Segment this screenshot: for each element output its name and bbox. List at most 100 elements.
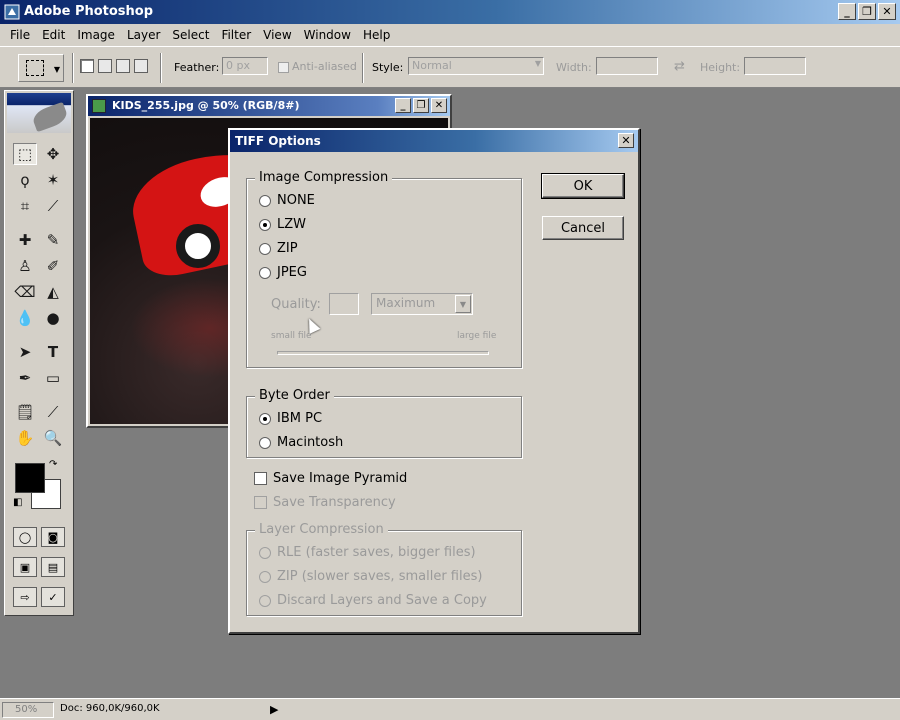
intersect-selection-button[interactable] — [134, 59, 148, 73]
standard-mode-icon[interactable]: ◯ — [13, 527, 37, 547]
swap-dimensions-icon[interactable]: ⇄ — [674, 59, 685, 74]
style-value: Normal — [412, 59, 452, 72]
close-button[interactable]: ✕ — [878, 3, 896, 20]
layer-discard-radio[interactable]: Discard Layers and Save a Copy — [259, 593, 487, 608]
blur-tool-icon[interactable]: 💧 — [13, 307, 37, 329]
adobe-feather-icon — [30, 101, 70, 133]
style-select[interactable]: Normal ▼ — [408, 57, 544, 75]
byte-order-legend: Byte Order — [255, 388, 334, 403]
ok-button[interactable]: OK — [541, 173, 625, 199]
add-to-selection-button[interactable] — [98, 59, 112, 73]
default-colors-icon[interactable]: ◧ — [13, 497, 22, 508]
eyedropper-icon[interactable]: ⟋ — [41, 401, 65, 423]
width-input[interactable] — [596, 57, 658, 75]
lasso-tool-icon[interactable]: ϙ — [13, 169, 37, 191]
compression-lzw-radio[interactable]: LZW — [259, 217, 306, 232]
zoom-level-field[interactable]: 50% — [2, 702, 54, 718]
toolbox-header[interactable] — [7, 93, 71, 133]
status-menu-arrow-icon[interactable]: ▶ — [270, 703, 278, 716]
menu-select[interactable]: Select — [166, 28, 215, 42]
doc-minimize-button[interactable]: _ — [395, 98, 411, 113]
quality-slider[interactable] — [277, 351, 489, 355]
screen-mode-full-icon[interactable]: ▤ — [41, 557, 65, 577]
screen-mode-standard-icon[interactable]: ▣ — [13, 557, 37, 577]
document-title-bar[interactable]: KIDS_255.jpg @ 50% (RGB/8#) _ ❐ ✕ — [88, 96, 450, 116]
new-selection-button[interactable] — [80, 59, 94, 73]
layer-zip-radio[interactable]: ZIP (slower saves, smaller files) — [259, 569, 482, 584]
compression-jpeg-radio[interactable]: JPEG — [259, 265, 307, 280]
doc-restore-button[interactable]: ❐ — [413, 98, 429, 113]
checkbox-icon — [254, 496, 267, 509]
pen-tool-icon[interactable]: ✒ — [13, 367, 37, 389]
notes-tool-icon[interactable]: 🗒 — [13, 401, 37, 423]
toolbox: ⬚ ✥ ϙ ✶ ⌗ ⟋ ✚ ✎ ♙ ✐ ⌫ ◭ 💧 ● ➤ T ✒ ▭ 🗒 ⟋ … — [4, 90, 74, 616]
jump-to-imageready-icon[interactable]: ⇨ — [13, 587, 37, 607]
small-file-label: small file — [271, 331, 312, 341]
radio-icon — [259, 594, 271, 607]
document-size-info: Doc: 960,0K/960,0K — [60, 703, 160, 714]
byte-order-ibm-radio[interactable]: IBM PC — [259, 411, 322, 426]
dialog-close-button[interactable]: ✕ — [618, 133, 634, 148]
byte-order-mac-radio[interactable]: Macintosh — [259, 435, 343, 450]
car-wheel — [176, 224, 220, 268]
separator — [72, 53, 74, 83]
menu-edit[interactable]: Edit — [36, 28, 71, 42]
doc-close-button[interactable]: ✕ — [431, 98, 447, 113]
quick-mask-icon[interactable]: ◙ — [41, 527, 65, 547]
healing-brush-icon[interactable]: ✚ — [13, 229, 37, 251]
hand-tool-icon[interactable]: ✋ — [13, 427, 37, 449]
layer-compression-group: Layer Compression RLE (faster saves, big… — [246, 522, 522, 616]
chevron-down-icon: ▼ — [53, 65, 60, 74]
separator — [160, 53, 162, 83]
subtract-from-selection-button[interactable] — [116, 59, 130, 73]
checkbox-icon — [254, 472, 267, 485]
foreground-color-swatch[interactable] — [15, 463, 45, 493]
menu-view[interactable]: View — [257, 28, 297, 42]
minimize-button[interactable]: _ — [838, 3, 856, 20]
menu-file[interactable]: File — [4, 28, 36, 42]
save-transparency-checkbox[interactable]: Save Transparency — [254, 495, 396, 510]
radio-icon — [259, 242, 271, 255]
marquee-tool-icon[interactable]: ⬚ — [13, 143, 37, 165]
crop-tool-icon[interactable]: ⌗ — [13, 195, 37, 217]
menu-image[interactable]: Image — [71, 28, 121, 42]
history-brush-icon[interactable]: ✐ — [41, 255, 65, 277]
menu-window[interactable]: Window — [298, 28, 357, 42]
height-input[interactable] — [744, 57, 806, 75]
dialog-title-bar[interactable]: TIFF Options ✕ — [230, 130, 638, 152]
clone-stamp-icon[interactable]: ♙ — [13, 255, 37, 277]
menu-layer[interactable]: Layer — [121, 28, 166, 42]
swap-colors-icon[interactable]: ↷ — [49, 459, 57, 470]
magic-wand-icon[interactable]: ✶ — [41, 169, 65, 191]
antialiased-checkbox[interactable]: Anti-aliased — [278, 60, 357, 73]
quality-label: Quality: — [271, 297, 321, 312]
radio-selected-icon — [259, 218, 271, 231]
menu-filter[interactable]: Filter — [215, 28, 257, 42]
brush-tool-icon[interactable]: ✎ — [41, 229, 65, 251]
compression-zip-radio[interactable]: ZIP — [259, 241, 298, 256]
eraser-tool-icon[interactable]: ⌫ — [13, 281, 37, 303]
menu-help[interactable]: Help — [357, 28, 396, 42]
slice-tool-icon[interactable]: ⟋ — [41, 195, 65, 217]
shape-tool-icon[interactable]: ▭ — [41, 367, 65, 389]
feather-input[interactable]: 0 px — [222, 57, 268, 75]
layer-rle-radio[interactable]: RLE (faster saves, bigger files) — [259, 545, 476, 560]
quality-select[interactable]: Maximum ▼ — [371, 293, 473, 315]
type-tool-icon[interactable]: T — [41, 341, 65, 363]
cancel-button[interactable]: Cancel — [542, 216, 624, 240]
restore-button[interactable]: ❐ — [858, 3, 876, 20]
save-image-pyramid-checkbox[interactable]: Save Image Pyramid — [254, 471, 407, 486]
dodge-tool-icon[interactable]: ● — [41, 307, 65, 329]
tool-preset-picker[interactable]: ▼ — [18, 54, 64, 82]
image-compression-legend: Image Compression — [255, 170, 393, 185]
feather-label: Feather: — [174, 61, 220, 74]
path-selection-icon[interactable]: ➤ — [13, 341, 37, 363]
width-label: Width: — [556, 61, 592, 74]
zoom-tool-icon[interactable]: 🔍 — [41, 427, 65, 449]
paint-bucket-icon[interactable]: ◭ — [41, 281, 65, 303]
photoshop-icon — [4, 4, 20, 20]
move-tool-icon[interactable]: ✥ — [41, 143, 65, 165]
compression-none-radio[interactable]: NONE — [259, 193, 315, 208]
imageready-check-icon[interactable]: ✓ — [41, 587, 65, 607]
quality-input[interactable] — [329, 293, 359, 315]
